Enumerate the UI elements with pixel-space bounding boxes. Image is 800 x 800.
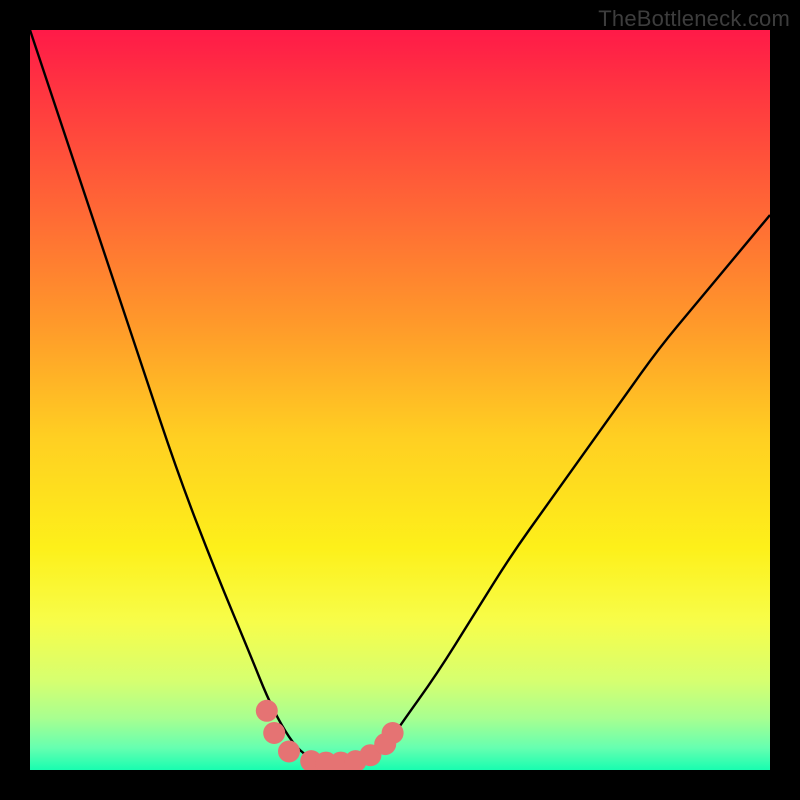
- bottleneck-curve-path: [30, 30, 770, 763]
- marker-dot: [256, 700, 278, 722]
- marker-dot: [382, 722, 404, 744]
- watermark-label: TheBottleneck.com: [598, 6, 790, 32]
- marker-group: [256, 700, 404, 770]
- marker-dot: [278, 741, 300, 763]
- marker-dot: [263, 722, 285, 744]
- plot-area: [30, 30, 770, 770]
- curve-layer: [30, 30, 770, 770]
- chart-frame: TheBottleneck.com: [0, 0, 800, 800]
